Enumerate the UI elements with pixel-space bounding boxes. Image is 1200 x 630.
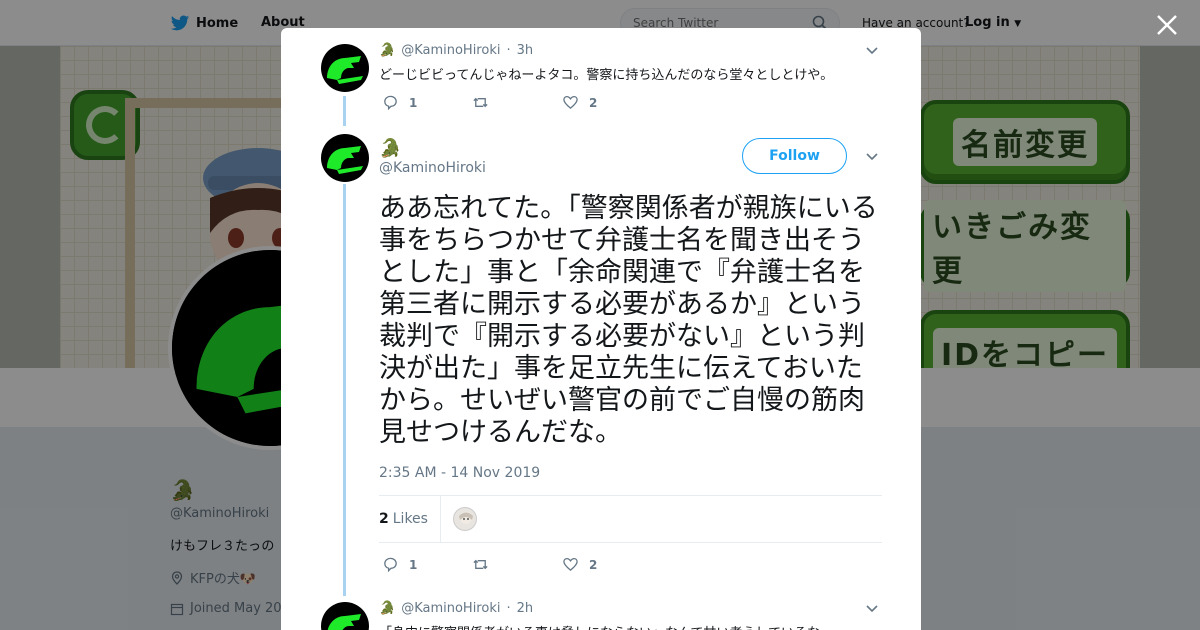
- main-tweet-handle[interactable]: @KaminoHiroki: [379, 160, 486, 176]
- retweet-button[interactable]: [472, 94, 562, 111]
- chevron-down-icon[interactable]: [866, 47, 878, 55]
- crocodile-emoji-icon: 🐊: [379, 601, 396, 616]
- tweet-permalink-modal: 🐊 @KaminoHiroki · 3h どーじビビってんじゃねーよタコ。警察に…: [281, 28, 921, 630]
- reply-icon: [384, 557, 397, 573]
- likes-stat-count: 2: [379, 511, 389, 527]
- main-tweet-actions: 1 2: [382, 556, 652, 573]
- like-button[interactable]: 2: [562, 94, 652, 111]
- main-tweet-text: ああ忘れてた。「警察関係者が親族にいる事をちらつかせて弁護士名を聞き出そうとした…: [379, 193, 878, 448]
- reply-count: 1: [409, 95, 418, 110]
- main-tweet-timestamp[interactable]: 2:35 AM - 14 Nov 2019: [379, 465, 540, 481]
- main-tweet-display-name[interactable]: 🐊: [379, 138, 401, 159]
- reply-count: 1: [409, 557, 418, 572]
- reply-button[interactable]: 1: [382, 556, 472, 573]
- reply-icon: [384, 95, 397, 111]
- chevron-down-icon[interactable]: [866, 605, 878, 613]
- tweet-time[interactable]: 2h: [517, 601, 534, 616]
- tweet-dot: ·: [506, 601, 511, 616]
- liker-avatar[interactable]: [452, 507, 477, 531]
- tweet-avatar[interactable]: [321, 44, 369, 92]
- reply-button[interactable]: 1: [382, 94, 472, 111]
- liker-avatar-image: [458, 512, 473, 524]
- retweet-icon: [473, 559, 488, 570]
- tweet-dot: ·: [506, 43, 511, 58]
- crocodile-avatar-icon: [327, 146, 363, 174]
- main-tweet-avatar[interactable]: [321, 134, 369, 182]
- like-count: 2: [589, 95, 598, 110]
- tweet-time[interactable]: 3h: [517, 43, 534, 58]
- crocodile-avatar-icon: [327, 56, 363, 84]
- tweet-header: 🐊 @KaminoHiroki · 3h: [379, 43, 533, 58]
- tweet-text: どーじビビってんじゃねーよタコ。警察に持ち込んだのなら堂々としとけや。: [379, 68, 834, 83]
- tweet-text: 「身内に警察関係者がいる事は脅しにならない」なんて甘い考えしているな: [379, 622, 820, 630]
- crocodile-emoji-icon: 🐊: [379, 43, 396, 58]
- tweet-stats: 2 Likes: [379, 495, 882, 543]
- close-icon[interactable]: [1156, 14, 1178, 36]
- likes-stat[interactable]: 2 Likes: [379, 496, 441, 542]
- tweet-actions: 1 2: [382, 94, 652, 111]
- follow-button[interactable]: Follow: [742, 138, 847, 174]
- crocodile-avatar-icon: [327, 614, 361, 630]
- tweet-header: 🐊 @KaminoHiroki · 2h: [379, 601, 533, 616]
- tweet-handle[interactable]: @KaminoHiroki: [401, 601, 500, 616]
- heart-icon: [563, 95, 578, 110]
- tweet-handle[interactable]: @KaminoHiroki: [401, 43, 500, 58]
- thread-connector: [343, 96, 346, 126]
- heart-icon: [563, 557, 578, 572]
- thread-connector: [343, 184, 346, 596]
- retweet-icon: [473, 97, 488, 108]
- retweet-button[interactable]: [472, 556, 562, 573]
- like-button[interactable]: 2: [562, 556, 652, 573]
- likes-stat-label: Likes: [392, 511, 428, 527]
- tweet-avatar[interactable]: [321, 602, 369, 630]
- like-count: 2: [589, 557, 598, 572]
- chevron-down-icon[interactable]: [866, 153, 878, 161]
